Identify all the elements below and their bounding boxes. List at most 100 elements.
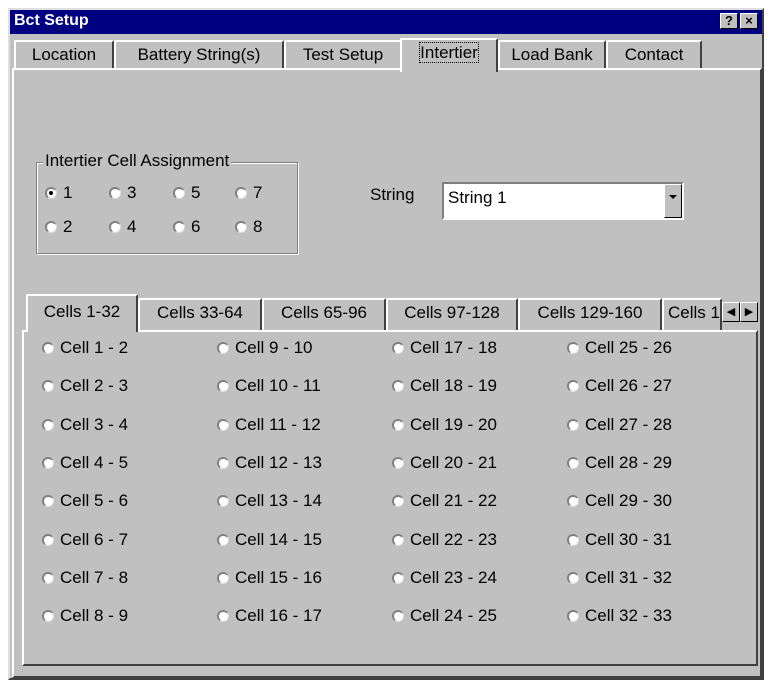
cell-pair-option[interactable]: Cell 20 - 21 xyxy=(392,453,497,473)
cell-pair-option[interactable]: Cell 17 - 18 xyxy=(392,338,497,358)
cell-pair-label: Cell 21 - 22 xyxy=(410,491,497,511)
group-legend: Intertier Cell Assignment xyxy=(43,151,232,171)
string-select[interactable]: String 1 xyxy=(442,182,684,220)
radio-icon xyxy=(42,418,54,431)
cell-pair-label: Cell 28 - 29 xyxy=(585,452,672,472)
radio-icon xyxy=(217,380,229,393)
cell-pair-label: Cell 6 - 7 xyxy=(60,529,129,549)
cell-pair-option[interactable]: Cell 6 - 7 xyxy=(42,530,128,550)
option-label: 2 xyxy=(63,217,73,236)
cell-pair-label: Cell 5 - 6 xyxy=(60,491,129,511)
cell-pair-option[interactable]: Cell 11 - 12 xyxy=(217,415,321,435)
cell-pair-option[interactable]: Cell 14 - 15 xyxy=(217,530,322,550)
tab-label: Load Bank xyxy=(511,45,593,64)
cell-pair-option[interactable]: Cell 18 - 19 xyxy=(392,376,497,396)
tab-label: Cells 97-128 xyxy=(404,303,500,322)
close-button[interactable]: × xyxy=(740,13,758,29)
cell-pair-label: Cell 13 - 14 xyxy=(235,491,322,511)
cell-pair-option[interactable]: Cell 19 - 20 xyxy=(392,415,497,435)
radio-icon xyxy=(217,495,229,508)
radio-icon xyxy=(42,533,54,546)
cell-pair-label: Cell 10 - 11 xyxy=(235,376,321,396)
tab-label: Cells 33-64 xyxy=(157,303,243,322)
intertier-option-8[interactable]: 8 xyxy=(235,217,262,237)
cell-pair-option[interactable]: Cell 27 - 28 xyxy=(567,415,672,435)
intertier-option-2[interactable]: 2 xyxy=(45,217,72,237)
cell-pair-option[interactable]: Cell 3 - 4 xyxy=(42,415,128,435)
cell-pair-option[interactable]: Cell 22 - 23 xyxy=(392,530,497,550)
cell-pair-label: Cell 3 - 4 xyxy=(60,414,129,434)
tab-cells-1-32[interactable]: Cells 1-32 xyxy=(26,294,138,332)
chevron-down-icon[interactable] xyxy=(664,184,682,218)
radio-icon xyxy=(217,610,229,623)
radio-icon xyxy=(109,221,121,233)
cell-pair-option[interactable]: Cell 16 - 17 xyxy=(217,606,322,626)
cell-pair-label: Cell 15 - 16 xyxy=(235,567,322,587)
intertier-option-7[interactable]: 7 xyxy=(235,183,262,203)
radio-icon xyxy=(217,342,229,354)
cell-pair-option[interactable]: Cell 30 - 31 xyxy=(567,530,672,550)
cell-pair-option[interactable]: Cell 13 - 14 xyxy=(217,491,322,511)
radio-icon xyxy=(392,418,404,431)
tab-scroll-left-icon[interactable]: ◀ xyxy=(722,302,740,322)
cell-pair-option[interactable]: Cell 12 - 13 xyxy=(217,453,322,473)
intertier-option-6[interactable]: 6 xyxy=(173,217,200,237)
tab-contact[interactable]: Contact xyxy=(606,40,702,68)
tab-cells-161-192[interactable]: Cells 161-192 xyxy=(662,298,722,330)
cell-pair-option[interactable]: Cell 31 - 32 xyxy=(567,568,672,588)
radio-icon xyxy=(392,533,404,546)
tab-load-bank[interactable]: Load Bank xyxy=(498,40,606,68)
cell-pair-option[interactable]: Cell 9 - 10 xyxy=(217,338,312,358)
cell-pair-option[interactable]: Cell 32 - 33 xyxy=(567,606,672,626)
radio-icon xyxy=(109,187,121,199)
intertier-option-4[interactable]: 4 xyxy=(109,217,136,237)
radio-icon xyxy=(567,456,579,469)
cell-pair-option[interactable]: Cell 2 - 3 xyxy=(42,376,128,396)
cell-pair-option[interactable]: Cell 25 - 26 xyxy=(567,338,672,358)
cell-pair-option[interactable]: Cell 10 - 11 xyxy=(217,376,321,396)
intertier-option-1[interactable]: 1 xyxy=(45,183,72,203)
radio-icon xyxy=(567,533,579,546)
tab-cells-65-96[interactable]: Cells 65-96 xyxy=(262,298,386,330)
tab-location[interactable]: Location xyxy=(14,40,114,68)
cell-pair-option[interactable]: Cell 29 - 30 xyxy=(567,491,672,511)
cell-pair-label: Cell 7 - 8 xyxy=(60,567,129,587)
tab-intertier[interactable]: Intertier xyxy=(400,38,498,72)
tab-test-setup[interactable]: Test Setup xyxy=(284,40,402,68)
cell-pair-option[interactable]: Cell 24 - 25 xyxy=(392,606,497,626)
cell-pair-option[interactable]: Cell 21 - 22 xyxy=(392,491,497,511)
help-button[interactable]: ? xyxy=(720,13,738,29)
intertier-option-5[interactable]: 5 xyxy=(173,183,200,203)
cell-pair-option[interactable]: Cell 23 - 24 xyxy=(392,568,497,588)
tab-cells-129-160[interactable]: Cells 129-160 xyxy=(518,298,662,330)
cell-pair-option[interactable]: Cell 26 - 27 xyxy=(567,376,672,396)
cell-pair-option[interactable]: Cell 7 - 8 xyxy=(42,568,128,588)
string-select-value: String 1 xyxy=(448,188,507,207)
radio-icon xyxy=(173,187,185,199)
string-label: String xyxy=(370,185,415,204)
radio-icon xyxy=(567,342,579,354)
cell-pair-option[interactable]: Cell 4 - 5 xyxy=(42,453,128,473)
radio-icon xyxy=(235,221,247,233)
tab-battery-strings[interactable]: Battery String(s) xyxy=(114,40,284,68)
radio-icon xyxy=(217,533,229,546)
option-label: 8 xyxy=(253,217,263,236)
tab-label: Cells 161-192 xyxy=(668,303,720,322)
radio-icon xyxy=(217,456,229,469)
cell-pair-option[interactable]: Cell 28 - 29 xyxy=(567,453,672,473)
title-bar[interactable]: Bct Setup ? × xyxy=(10,10,762,34)
cell-pair-option[interactable]: Cell 15 - 16 xyxy=(217,568,322,588)
cell-pair-option[interactable]: Cell 1 - 2 xyxy=(42,338,128,358)
tab-cells-33-64[interactable]: Cells 33-64 xyxy=(138,298,262,330)
cell-pair-option[interactable]: Cell 8 - 9 xyxy=(42,606,128,626)
tab-label: Cells 129-160 xyxy=(537,303,643,322)
cell-pair-option[interactable]: Cell 5 - 6 xyxy=(42,491,128,511)
radio-icon xyxy=(235,187,247,199)
radio-icon xyxy=(392,342,404,354)
radio-icon xyxy=(392,610,404,623)
tab-scroll-right-icon[interactable]: ▶ xyxy=(740,302,758,322)
tab-label: Location xyxy=(31,45,97,64)
radio-icon xyxy=(567,380,579,393)
tab-cells-97-128[interactable]: Cells 97-128 xyxy=(386,298,518,330)
intertier-option-3[interactable]: 3 xyxy=(109,183,136,203)
